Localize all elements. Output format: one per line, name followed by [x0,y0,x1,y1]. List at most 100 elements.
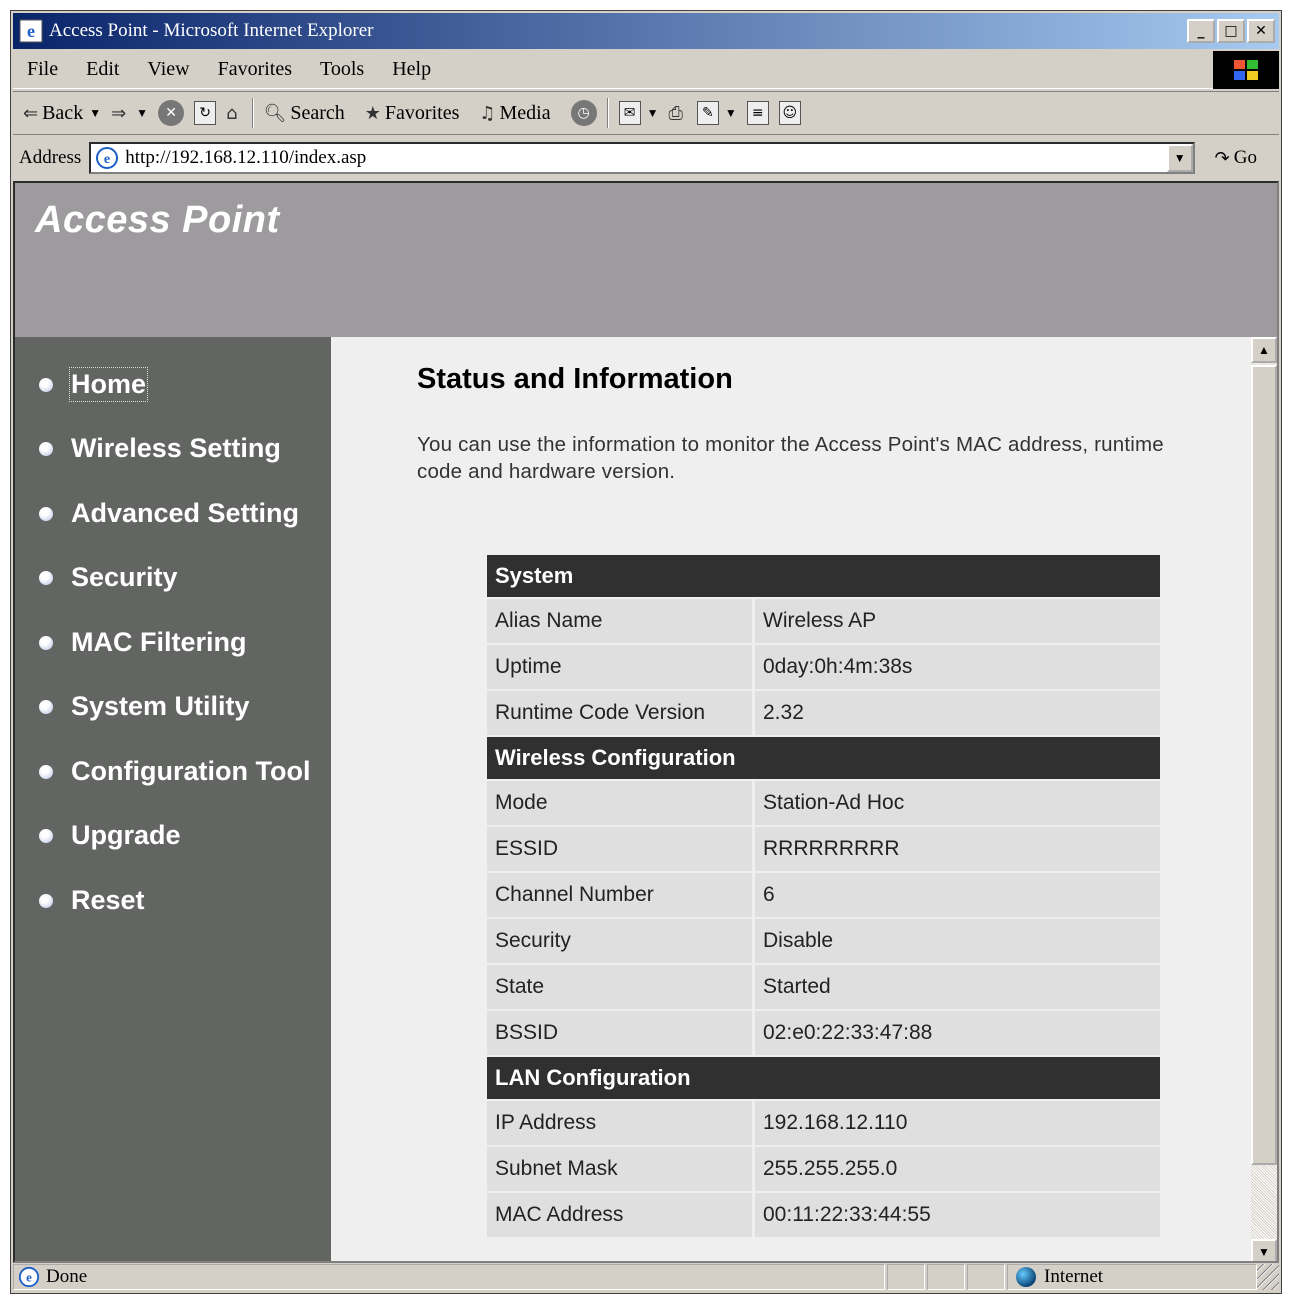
zone-label: Internet [1044,1266,1104,1287]
table-row: State Started [487,965,1160,1009]
table-row: Subnet Mask 255.255.255.0 [487,1147,1160,1191]
menu-file[interactable]: File [27,58,58,81]
section-title: LAN Configuration [487,1057,1160,1099]
back-dropdown-icon[interactable]: ▼ [89,106,101,121]
favorites-button[interactable]: ★ Favorites [365,102,460,125]
title-bar: e Access Point - Microsoft Internet Expl… [13,13,1279,49]
field-value: Wireless AP [755,599,1160,643]
history-button[interactable]: ◷ [570,100,597,126]
field-value: 6 [755,873,1160,917]
resize-grip[interactable] [1257,1264,1279,1290]
bullet-icon [39,441,53,456]
status-table: System Alias Name Wireless AP Uptime 0da… [487,553,1160,1239]
nav-system-utility[interactable]: System Utility [39,691,250,722]
menu-edit[interactable]: Edit [86,58,119,81]
field-value: 192.168.12.110 [755,1101,1160,1145]
print-icon: ⎙ [668,102,683,124]
field-value: 2.32 [755,691,1160,735]
minimize-button[interactable]: _ [1187,19,1215,43]
discuss-button[interactable]: ≡ [746,101,769,125]
nav-upgrade[interactable]: Upgrade [39,820,181,851]
window-title: Access Point - Microsoft Internet Explor… [49,20,374,41]
forward-dropdown-icon[interactable]: ▼ [136,106,148,121]
edit-dropdown-icon[interactable]: ▼ [725,106,737,121]
field-value: 0day:0h:4m:38s [755,645,1160,689]
address-bar: Address e http://192.168.12.110/index.as… [13,137,1279,179]
edit-icon: ✎ [696,101,719,125]
nav-wireless-setting[interactable]: Wireless Setting [39,433,281,464]
stop-button[interactable]: ✕ [158,100,185,126]
mail-button[interactable]: ✉ ▼ [618,101,659,125]
svg-text:e: e [27,21,35,41]
address-dropdown-icon[interactable]: ▼ [1166,144,1193,172]
toolbar-separator [606,98,609,128]
nav-mac-filtering[interactable]: MAC Filtering [39,627,247,658]
back-button[interactable]: ⇐ Back ▼ [23,102,101,125]
address-input[interactable]: e http://192.168.12.110/index.asp ▼ [89,142,1195,174]
edit-button[interactable]: ✎ ▼ [696,101,737,125]
browser-window: e Access Point - Microsoft Internet Expl… [10,10,1282,1294]
search-label: Search [290,101,345,124]
bullet-icon [39,570,53,585]
brand-title: Access Point [35,199,280,241]
nav-label: Advanced Setting [71,498,300,528]
toolbar-separator [251,98,254,128]
nav-label: Upgrade [71,820,181,850]
nav-home[interactable]: Home [39,367,149,402]
nav-configuration-tool[interactable]: Configuration Tool [39,756,310,787]
mail-dropdown-icon[interactable]: ▼ [647,106,659,121]
field-label: MAC Address [487,1193,755,1237]
search-icon: 🔍︎ [263,102,287,124]
globe-icon [1016,1267,1036,1287]
media-label: Media [499,101,551,124]
forward-button[interactable]: ⇒ ▼ [111,103,148,124]
status-main: e Done [13,1264,885,1290]
media-button[interactable]: ♫ Media [479,102,550,125]
nav-label: Configuration Tool [71,756,311,786]
status-pane [887,1264,925,1290]
table-row: Security Disable [487,919,1160,963]
field-label: ESSID [487,827,755,871]
menu-tools[interactable]: Tools [320,58,364,81]
vertical-scrollbar[interactable]: ▲ ▼ [1251,337,1277,1261]
close-button[interactable]: ✕ [1247,19,1275,43]
table-row: Channel Number 6 [487,873,1160,917]
menu-help[interactable]: Help [392,58,431,81]
menu-favorites[interactable]: Favorites [218,58,292,81]
field-value: RRRRRRRRR [755,827,1160,871]
nav-reset[interactable]: Reset [39,885,145,916]
bullet-icon [39,506,53,521]
home-icon: ⌂ [226,102,238,124]
field-label: IP Address [487,1101,755,1145]
maximize-button[interactable]: □ [1217,19,1245,43]
nav-label: Security [71,562,178,592]
section-title: Wireless Configuration [487,737,1160,779]
field-value: Disable [755,919,1160,963]
field-value: 02:e0:22:33:47:88 [755,1011,1160,1055]
scroll-thumb[interactable] [1251,365,1277,1165]
page-title: Status and Information [417,363,733,395]
media-icon: ♫ [479,102,496,124]
bullet-icon [39,828,53,843]
table-row: BSSID 02:e0:22:33:47:88 [487,1011,1160,1055]
search-button[interactable]: 🔍︎ Search [264,102,345,125]
messenger-icon: ☺ [778,101,801,125]
windows-logo-icon [1213,51,1279,89]
nav-label: MAC Filtering [71,627,247,657]
scroll-down-arrow-icon[interactable]: ▼ [1251,1239,1277,1261]
page-viewport: Access Point Home Wireless Setting Advan… [13,181,1279,1263]
home-button[interactable]: ⌂ [226,103,241,124]
nav-label: Home [68,367,149,402]
go-button[interactable]: ↷ Go [1215,147,1257,169]
refresh-button[interactable]: ↻ [194,101,217,125]
scroll-up-arrow-icon[interactable]: ▲ [1251,337,1277,363]
messenger-button[interactable]: ☺ [778,101,801,125]
address-url: http://192.168.12.110/index.asp [125,147,367,168]
menu-bar: File Edit View Favorites Tools Help [13,51,1279,89]
menu-view[interactable]: View [147,58,189,81]
nav-advanced-setting[interactable]: Advanced Setting [39,498,299,529]
print-button[interactable]: ⎙ [668,103,686,124]
mail-icon: ✉ [618,101,641,125]
nav-security[interactable]: Security [39,562,178,593]
table-row: Alias Name Wireless AP [487,599,1160,643]
